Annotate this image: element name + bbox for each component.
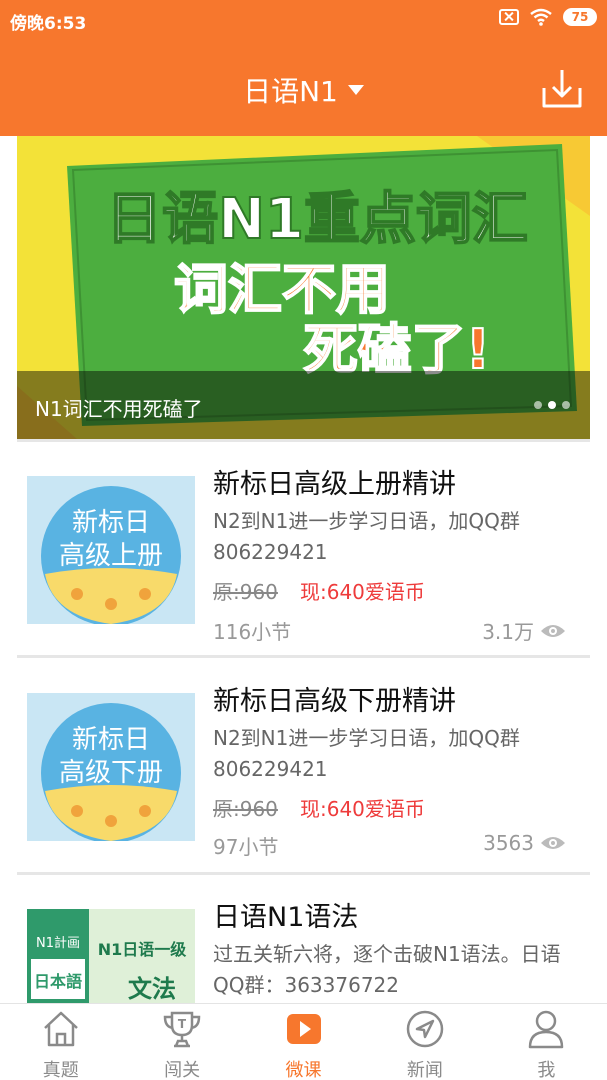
tab-label: 我 — [537, 1060, 556, 1080]
carousel-dot — [562, 401, 570, 409]
course-item[interactable]: N1計画 日本語 N1日语一级 文法 日语N1语法 过五关斩六将，逐个击破N1语… — [17, 893, 590, 1003]
course-title: 新标日高级下册精讲 — [213, 686, 456, 717]
tab-weike[interactable]: 微课 — [243, 1004, 364, 1080]
title-dropdown[interactable]: 日语N1 — [0, 70, 607, 110]
page-title: 日语N1 — [243, 75, 338, 108]
divider — [17, 872, 590, 875]
tab-zhenti[interactable]: 真题 — [0, 1004, 121, 1080]
thumb-text-line1: N1計画 — [36, 935, 80, 951]
tab-label: 新闻 — [406, 1060, 443, 1080]
view-count-wrap: 3.1万 — [482, 616, 566, 645]
original-price: 原:960 — [213, 797, 278, 821]
app-bar: 日语N1 — [0, 40, 607, 136]
thumb-text-line3: 日本語 — [34, 972, 82, 991]
banner-headline: 日语N1重点词汇 — [106, 187, 528, 252]
course-thumbnail: 新标日 高级下册 — [27, 693, 195, 841]
status-bar: 傍晚6:53 75 — [0, 0, 607, 40]
bottom-tab-bar: 真题 T 闯关 微课 新闻 我 — [0, 1003, 607, 1080]
tab-xinwen[interactable]: 新闻 — [364, 1004, 485, 1080]
lesson-count: 97小节 — [213, 835, 279, 859]
carousel-dot-active — [548, 401, 556, 409]
thumb-text-line2: N1日语一级 — [98, 940, 188, 959]
course-title: 新标日高级上册精讲 — [213, 469, 456, 500]
banner-caption-bar: N1词汇不用死磕了 — [17, 371, 590, 439]
banner-carousel[interactable]: 日语N1重点词汇 词汇不用 死磕了! N1词汇不用死磕了 — [17, 136, 590, 439]
tab-label: 微课 — [285, 1060, 322, 1080]
tab-label: 闯关 — [164, 1060, 201, 1080]
lesson-count: 116小节 — [213, 620, 292, 644]
view-count-wrap: 3563 — [483, 831, 566, 855]
play-icon — [286, 1014, 321, 1044]
thumb-text-line2: 高级上册 — [59, 541, 163, 571]
trophy-icon: T — [163, 1011, 201, 1048]
carousel-dot — [534, 401, 542, 409]
eye-icon — [541, 624, 565, 637]
wifi-icon — [530, 8, 552, 26]
battery-icon: 75 — [563, 8, 597, 26]
course-description: N2到N1进一步学习日语，加QQ群806229421 — [213, 509, 520, 564]
status-icons: 75 — [499, 8, 597, 26]
current-price: 现:640爱语币 — [300, 580, 425, 604]
tab-label: 真题 — [42, 1060, 79, 1080]
banner-line2: 词汇不用 — [174, 258, 390, 321]
course-title: 日语N1语法 — [213, 902, 359, 933]
home-icon — [43, 1011, 78, 1047]
thumb-text-line1: 新标日 — [72, 508, 150, 538]
status-time: 傍晚6:53 — [10, 14, 87, 34]
compass-icon — [406, 1010, 444, 1048]
eye-icon — [541, 837, 565, 849]
carousel-indicator — [534, 401, 570, 409]
banner-caption: N1词汇不用死磕了 — [35, 397, 203, 421]
divider — [17, 439, 590, 442]
thumb-text-line2: 高级下册 — [59, 758, 163, 788]
course-thumbnail: N1計画 日本語 N1日语一级 文法 — [27, 909, 195, 1003]
tab-chuangguan[interactable]: T 闯关 — [121, 1004, 242, 1080]
caret-down-icon — [347, 85, 364, 95]
svg-text:T: T — [178, 1017, 187, 1031]
view-count: 3.1万 — [482, 620, 534, 644]
course-item[interactable]: 新标日 高级下册 新标日高级下册精讲 N2到N1进一步学习日语，加QQ群8062… — [17, 677, 590, 873]
download-icon[interactable] — [539, 66, 585, 112]
thumb-text-line1: 新标日 — [72, 725, 150, 755]
no-sim-icon — [499, 9, 519, 25]
current-price: 现:640爱语币 — [300, 797, 425, 821]
course-item[interactable]: 新标日 高级上册 新标日高级上册精讲 N2到N1进一步学习日语，加QQ群8062… — [17, 460, 590, 656]
view-count: 3563 — [483, 831, 534, 855]
course-description: N2到N1进一步学习日语，加QQ群806229421 — [213, 726, 520, 781]
divider — [17, 655, 590, 658]
tab-me[interactable]: 我 — [486, 1004, 607, 1080]
course-description: 过五关斩六将，逐个击破N1语法。日语QQ群：363376722 — [213, 942, 561, 997]
thumb-text-line4: 文法 — [128, 975, 176, 1003]
original-price: 原:960 — [213, 580, 278, 604]
person-icon — [529, 1010, 564, 1049]
course-thumbnail: 新标日 高级上册 — [27, 476, 195, 624]
